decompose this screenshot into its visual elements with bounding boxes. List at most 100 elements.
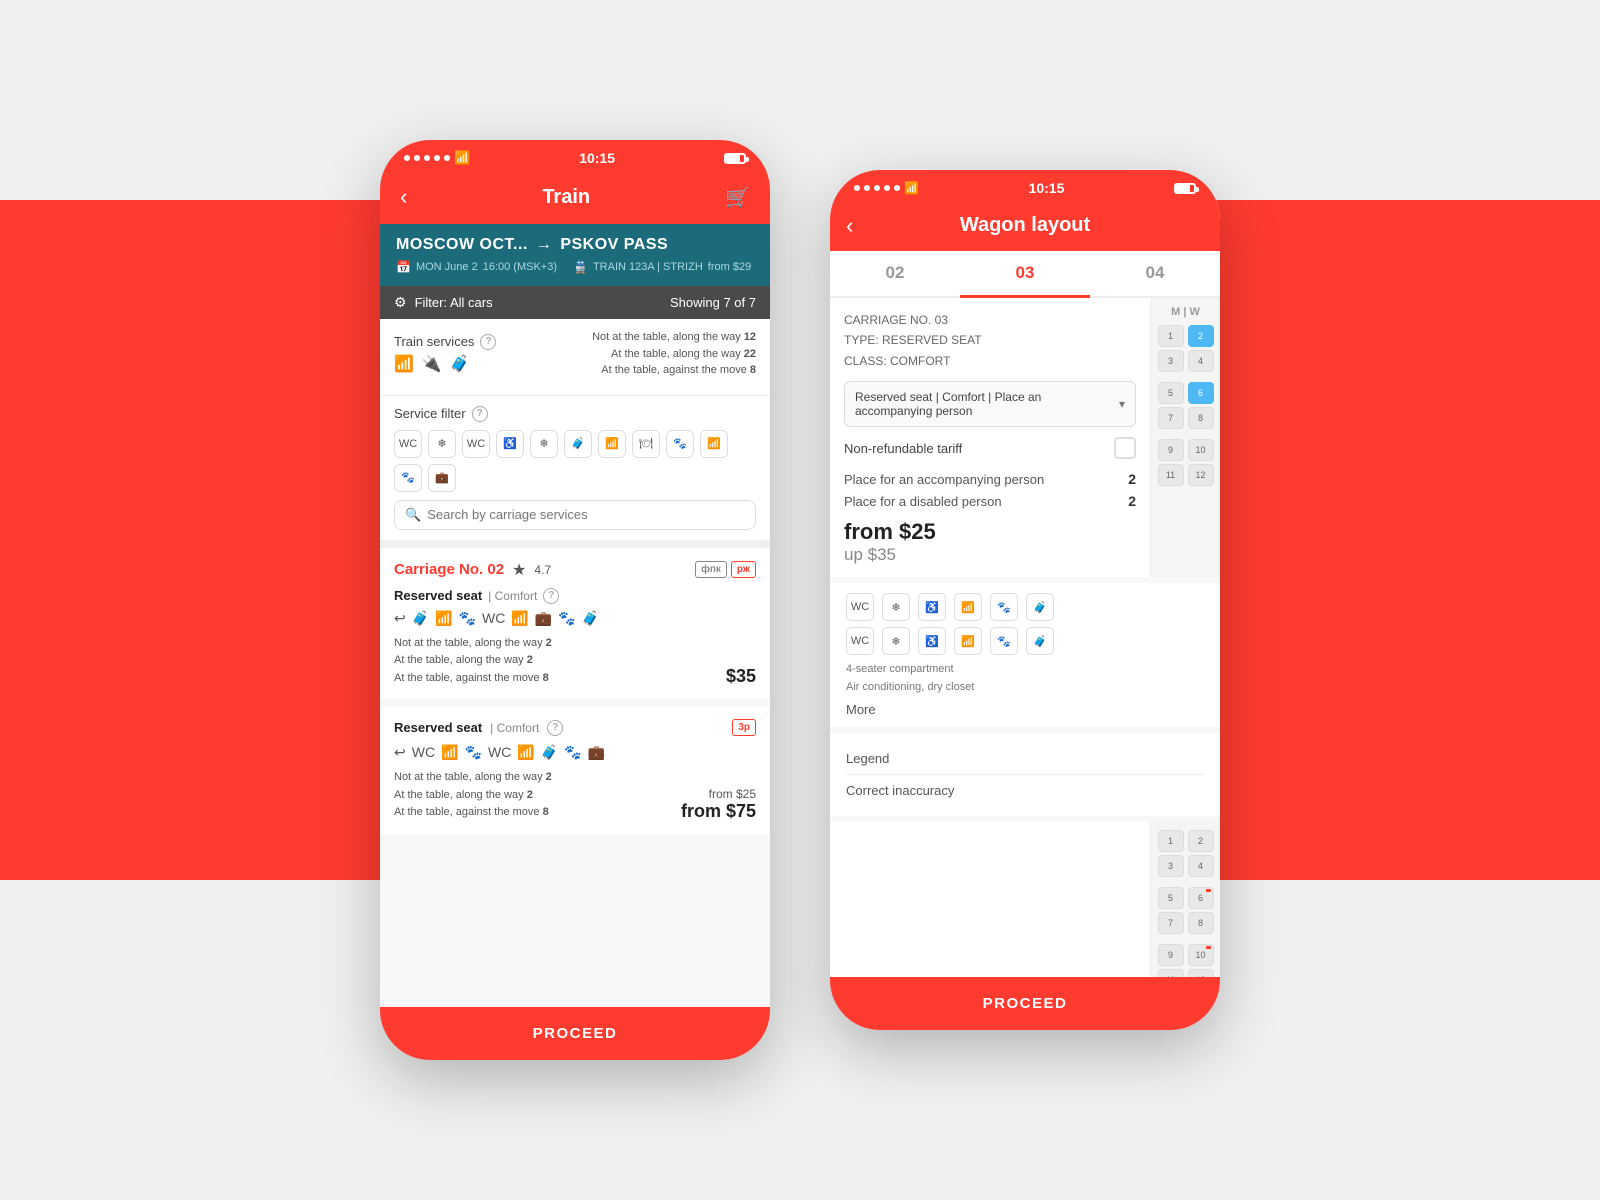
filter-bar: ⚙ Filter: All cars Showing 7 of 7 [380, 286, 770, 319]
star-icon: ★ [512, 560, 526, 580]
seat-12[interactable]: 12 [1188, 464, 1214, 486]
wagon-carriage-info: CARRIAGE NO. 03 TYPE: RESERVED SEAT CLAS… [844, 310, 1136, 371]
svc-bag2-icon: 🧳 [1026, 627, 1054, 655]
seat-4[interactable]: 4 [1188, 350, 1214, 372]
filter-snow-icon[interactable]: ❄ [428, 430, 456, 458]
svc-wifi-icon: 📶 [954, 593, 982, 621]
wagon-tab-04[interactable]: 04 [1090, 251, 1220, 296]
seat2-bag2-icon: 💼 [588, 744, 605, 761]
filter-pet2-icon[interactable]: 🐾 [394, 464, 422, 492]
accompanying-count: 2 [1128, 471, 1136, 487]
service-filter-help[interactable]: ? [472, 406, 488, 422]
seat-type-dropdown[interactable]: Reserved seat | Comfort | Place an accom… [844, 381, 1136, 427]
route-details: 📅 MON June 2 16:00 (MSK+3) 🚆 TRAIN 123A … [396, 260, 754, 274]
battery [724, 153, 746, 164]
seat-r2-4[interactable]: 4 [1188, 855, 1214, 877]
filter-food-icon[interactable]: 🍽 [632, 430, 660, 458]
seat-r2-3[interactable]: 3 [1158, 855, 1184, 877]
filter-snow2-icon[interactable]: ❄ [530, 430, 558, 458]
seat-r2-8[interactable]: 8 [1188, 912, 1214, 934]
seat-row-2: 3 4 [1158, 350, 1214, 372]
seat-class-1: | Comfort [488, 589, 537, 603]
svc-pet2-icon: 🐾 [990, 627, 1018, 655]
search-input[interactable] [427, 507, 745, 522]
svc-wifi2-icon: 📶 [954, 627, 982, 655]
seat-row-1: 1 2 [1158, 325, 1214, 347]
cart-icon[interactable]: 🛒 [725, 185, 750, 210]
carriage-1-rating: 4.7 [534, 563, 551, 577]
seat-wifi2-icon: 📶 [511, 610, 528, 627]
seat-3[interactable]: 3 [1158, 350, 1184, 372]
wagon-tab-02[interactable]: 02 [830, 251, 960, 296]
seat-r2-5[interactable]: 5 [1158, 887, 1184, 909]
seat-7[interactable]: 7 [1158, 407, 1184, 429]
svc-accessible2-icon: ♿ [918, 627, 946, 655]
seat-price-1: $35 [726, 666, 756, 687]
non-refundable-row: Non-refundable tariff [844, 437, 1136, 459]
wagon-content[interactable]: CARRIAGE NO. 03 TYPE: RESERVED SEAT CLAS… [830, 298, 1220, 977]
right-wifi-icon: 📶 [904, 181, 919, 195]
seat-r2-2[interactable]: 2 [1188, 830, 1214, 852]
seat-availability-2: Not at the table, along the way 2 At the… [394, 769, 552, 822]
filter-bag-icon[interactable]: 💼 [428, 464, 456, 492]
seat-help-2[interactable]: ? [547, 720, 563, 736]
seat-r2-11[interactable]: 11 [1158, 969, 1184, 977]
service-filter-icons: WC ❄ WC ♿ ❄ 🧳 📶 🍽 🐾 📶 🐾 💼 [394, 430, 756, 492]
seat-6[interactable]: 6 [1188, 382, 1214, 404]
right-title: Wagon layout [960, 214, 1090, 237]
seat-1[interactable]: 1 [1158, 325, 1184, 347]
seat-help-1[interactable]: ? [543, 588, 559, 604]
wagon-left-info: CARRIAGE NO. 03 TYPE: RESERVED SEAT CLAS… [830, 298, 1150, 577]
left-content[interactable]: Train services ? 📶 🔌 🧳 Not at the table,… [380, 319, 770, 1007]
seat-r2-7[interactable]: 7 [1158, 912, 1184, 934]
calendar-icon: 📅 [396, 260, 411, 274]
filter-luggage-icon[interactable]: 🧳 [564, 430, 592, 458]
svc-accessible-icon: ♿ [918, 593, 946, 621]
back-button-right[interactable]: ‹ [846, 213, 853, 239]
filter-label[interactable]: Filter: All cars [415, 295, 493, 310]
seat-row-4: 7 8 [1158, 407, 1214, 429]
filter-wc-icon[interactable]: WC [394, 430, 422, 458]
filter-wifi2-icon[interactable]: 📶 [700, 430, 728, 458]
seat-8[interactable]: 8 [1188, 407, 1214, 429]
accompanying-label: Place for an accompanying person [844, 472, 1044, 487]
signal-dots: 📶 [404, 150, 470, 166]
filter-accessible-icon[interactable]: ♿ [496, 430, 524, 458]
seat-row-3: 5 6 [1158, 382, 1214, 404]
left-proceed-button[interactable]: PROCEED [380, 1007, 770, 1060]
filter-wifi-icon[interactable]: 📶 [598, 430, 626, 458]
seat2-wifi2-icon: 📶 [517, 744, 534, 761]
svc-pet-icon: 🐾 [990, 593, 1018, 621]
filter-pet-icon[interactable]: 🐾 [666, 430, 694, 458]
search-icon: 🔍 [405, 507, 421, 523]
seat-r2-6[interactable]: 6 [1188, 887, 1214, 909]
mw-label: M | W [1171, 306, 1200, 318]
seat-5[interactable]: 5 [1158, 382, 1184, 404]
seat-wc-icon: WC [482, 610, 505, 627]
seat-map-panel: M | W 1 2 3 4 5 6 7 8 [1150, 298, 1220, 577]
seat-10[interactable]: 10 [1188, 439, 1214, 461]
seat-r2-9[interactable]: 9 [1158, 944, 1184, 966]
seat-r2-12[interactable]: 12 [1188, 969, 1214, 977]
seat-2[interactable]: 2 [1188, 325, 1214, 347]
filter-wc2-icon[interactable]: WC [462, 430, 490, 458]
correct-inaccuracy-item[interactable]: Correct inaccuracy [846, 775, 1204, 806]
search-input-wrap[interactable]: 🔍 [394, 500, 756, 530]
non-refundable-checkbox[interactable] [1114, 437, 1136, 459]
train-services-right: Not at the table, along the way 12 At th… [592, 329, 756, 379]
non-refundable-label: Non-refundable tariff [844, 441, 962, 456]
train-services-help[interactable]: ? [480, 334, 496, 350]
wifi-icon: 📶 [454, 150, 470, 166]
price-from: from $25 [844, 519, 1136, 545]
wagon-tab-03[interactable]: 03 [960, 251, 1090, 298]
right-proceed-button[interactable]: PROCEED [830, 977, 1220, 1030]
more-link[interactable]: More [846, 702, 1204, 717]
seat-9[interactable]: 9 [1158, 439, 1184, 461]
seat-r2-1[interactable]: 1 [1158, 830, 1184, 852]
back-button-left[interactable]: ‹ [400, 184, 407, 210]
train-icon: 🚆 [573, 260, 588, 274]
svc-icons-row-1: WC ❄ ♿ 📶 🐾 🧳 [846, 593, 1204, 621]
legend-item[interactable]: Legend [846, 743, 1204, 775]
seat-r2-10[interactable]: 10 [1188, 944, 1214, 966]
seat-11[interactable]: 11 [1158, 464, 1184, 486]
